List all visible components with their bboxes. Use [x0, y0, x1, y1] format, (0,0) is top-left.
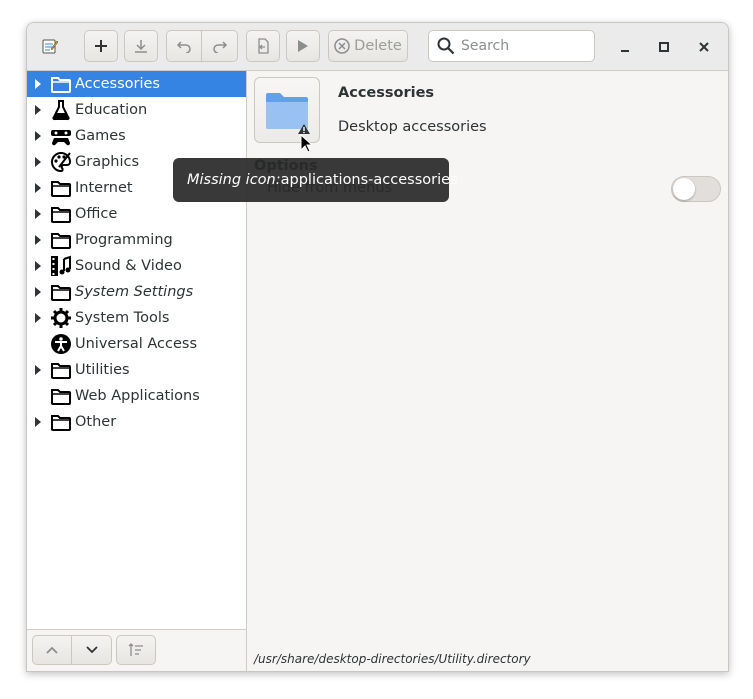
expander-arrow-icon[interactable]	[27, 287, 49, 297]
app-icon	[41, 37, 59, 55]
file-path: /usr/share/desktop-directories/Utility.d…	[254, 652, 531, 666]
folder-icon	[49, 176, 73, 200]
expander-arrow-icon[interactable]	[27, 261, 49, 271]
tree-item-utilities[interactable]: Utilities	[27, 357, 246, 383]
folder-icon	[49, 228, 73, 252]
tree-item-sound-video[interactable]: Sound & Video	[27, 253, 246, 279]
tree-item-label: Education	[75, 102, 148, 118]
tree-item-label: Utilities	[75, 362, 130, 378]
move-down-button[interactable]	[72, 635, 112, 665]
category-name: Accessories	[338, 85, 435, 101]
delete-label: Delete	[354, 38, 402, 54]
delete-button[interactable]: Delete	[328, 30, 408, 62]
tree-item-system-tools[interactable]: System Tools	[27, 305, 246, 331]
tree-item-programming[interactable]: Programming	[27, 227, 246, 253]
redo-button[interactable]	[202, 30, 238, 62]
tree-item-other[interactable]: Other	[27, 409, 246, 435]
folder-icon	[49, 384, 73, 408]
mouse-cursor-icon	[300, 134, 312, 153]
folder-icon	[49, 358, 73, 382]
header-bar: Delete	[27, 23, 728, 71]
tree-item-label: Sound & Video	[75, 258, 182, 274]
tree-item-office[interactable]: Office	[27, 201, 246, 227]
flask-icon	[49, 98, 73, 122]
tree-item-label: Programming	[75, 232, 173, 248]
redo-icon	[212, 41, 227, 53]
tree-item-system-settings[interactable]: System Settings	[27, 279, 246, 305]
tooltip-prefix: Missing icon:	[187, 172, 281, 188]
close-icon	[699, 42, 709, 52]
tree-item-label: Games	[75, 128, 126, 144]
maximize-button[interactable]	[654, 37, 674, 57]
palette-icon	[49, 150, 73, 174]
gear-icon	[49, 306, 73, 330]
tree-item-label: Graphics	[75, 154, 140, 170]
expander-arrow-icon[interactable]	[27, 183, 49, 193]
folder-icon	[49, 280, 73, 304]
tree-item-label: Other	[75, 414, 117, 430]
revert-icon	[258, 38, 269, 54]
add-button[interactable]	[84, 30, 118, 62]
move-up-button[interactable]	[32, 635, 72, 665]
minimize-icon	[621, 50, 629, 52]
expander-arrow-icon[interactable]	[27, 105, 49, 115]
search-input[interactable]	[459, 37, 583, 55]
chevron-up-icon	[46, 646, 58, 654]
import-button[interactable]	[124, 30, 158, 62]
expander-arrow-icon[interactable]	[27, 157, 49, 167]
tree-item-universal-access[interactable]: Universal Access	[27, 331, 246, 357]
search-field[interactable]	[428, 30, 595, 62]
plus-icon	[95, 40, 107, 52]
tree-item-accessories[interactable]: Accessories	[27, 71, 246, 97]
sidebar-toolbar	[27, 629, 247, 671]
close-button[interactable]	[694, 37, 714, 57]
category-comment: Desktop accessories	[338, 119, 487, 135]
expander-arrow-icon[interactable]	[27, 417, 49, 427]
download-icon	[135, 40, 147, 53]
hide-from-menus-toggle[interactable]	[671, 176, 721, 202]
tree-item-label: Accessories	[75, 76, 160, 92]
expander-arrow-icon[interactable]	[27, 313, 49, 323]
expander-arrow-icon[interactable]	[27, 209, 49, 219]
tooltip-icon-name: applications-accessories	[280, 172, 458, 188]
tree-item-label: System Tools	[75, 310, 170, 326]
delete-icon	[334, 38, 350, 54]
toggle-knob	[673, 178, 695, 200]
tree-item-label: Internet	[75, 180, 133, 196]
folder-missing-icon	[266, 93, 310, 134]
tree-item-label: Universal Access	[75, 336, 198, 352]
sort-icon	[128, 643, 143, 656]
undo-icon	[176, 41, 191, 53]
folder-icon	[49, 202, 73, 226]
category-tree: Accessories Education Games Graphics Interne…	[27, 71, 247, 629]
sort-button[interactable]	[116, 635, 156, 665]
play-icon	[298, 40, 308, 52]
tree-item-label: Web Applications	[75, 388, 200, 404]
maximize-icon	[659, 42, 669, 52]
missing-icon-tooltip: Missing icon: applications-accessories	[173, 158, 458, 202]
menu-editor-window: Delete Accessories Education Games Graphics…	[26, 22, 729, 672]
search-icon	[437, 37, 455, 55]
film-music-icon	[49, 254, 73, 278]
gamepad-icon	[49, 124, 73, 148]
expander-arrow-icon[interactable]	[27, 79, 49, 89]
expander-arrow-icon[interactable]	[27, 131, 49, 141]
expander-arrow-icon[interactable]	[27, 235, 49, 245]
tree-item-label: System Settings	[75, 284, 194, 300]
undo-button[interactable]	[166, 30, 202, 62]
folder-icon	[49, 72, 73, 96]
chevron-down-icon	[85, 646, 98, 654]
tree-item-label: Office	[75, 206, 118, 222]
accessibility-icon	[49, 332, 73, 356]
run-button[interactable]	[286, 30, 320, 62]
minimize-button[interactable]	[615, 37, 635, 57]
folder-icon	[49, 410, 73, 434]
tree-item-education[interactable]: Education	[27, 97, 246, 123]
tree-item-web-applications[interactable]: Web Applications	[27, 383, 246, 409]
tree-item-games[interactable]: Games	[27, 123, 246, 149]
revert-button[interactable]	[246, 30, 280, 62]
expander-arrow-icon[interactable]	[27, 365, 49, 375]
